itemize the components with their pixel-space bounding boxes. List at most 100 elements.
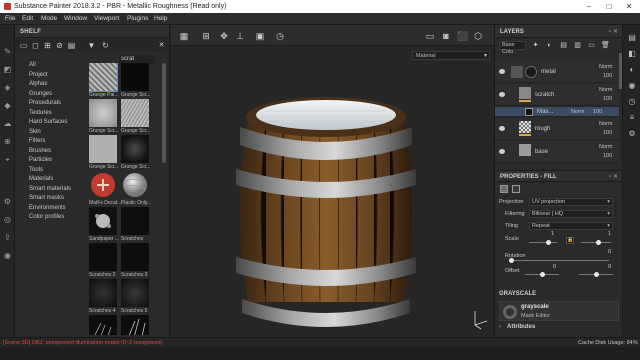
move-icon[interactable]: ✥ [219,31,229,41]
channels-tab-icon[interactable] [512,185,520,193]
settings-icon[interactable]: ⚙ [3,197,12,206]
rotation-slider-handle[interactable] [509,258,514,263]
category-smart-materials[interactable]: Smart materials [29,186,87,196]
shelf-scrollbar[interactable] [162,63,166,163]
menu-file[interactable]: File [5,15,15,22]
offset-value-2[interactable]: 0 [608,264,611,270]
import-icon[interactable]: ⊞ [43,41,52,50]
menu-edit[interactable]: Edit [22,15,33,22]
shelf-thumbnail[interactable] [89,63,118,92]
category-alphas[interactable]: Alphas [29,81,87,91]
viewport-channel-select[interactable]: Material ▾ [412,51,490,60]
mask-blend[interactable]: Norm [571,109,584,115]
category-tools[interactable]: Tools [29,167,87,177]
view-options-icon[interactable]: ▤ [67,41,76,50]
new-item-icon[interactable]: ◻ [31,41,40,50]
material-tab-icon[interactable] [500,185,508,193]
eye-icon[interactable] [499,149,505,154]
folder-icon[interactable]: ▭ [19,41,28,50]
clone-icon[interactable]: ⊕ [3,137,12,146]
paint-brush-icon[interactable]: ✎ [3,47,12,56]
category-procedurals[interactable]: Procedurals [29,100,87,110]
category-color-profiles[interactable]: Color profiles [29,214,87,224]
layer-channel-select[interactable]: Base Colo [499,41,526,55]
category-project[interactable]: Project [29,72,87,82]
rotation-slider[interactable] [509,260,609,261]
maximize-button[interactable]: □ [604,2,614,11]
display-settings-icon[interactable]: ◐ [627,65,637,75]
smudge-icon[interactable]: ☁ [3,119,12,128]
scale-slider-handle[interactable] [546,240,551,245]
camera-icon[interactable]: ◙ [441,31,451,41]
category-textures[interactable]: Textures [29,110,87,120]
shelf-thumbnail[interactable] [89,171,117,199]
shelf-thumbnail[interactable] [121,279,149,307]
category-grunges[interactable]: Grunges [29,91,87,101]
scale-value[interactable]: 1 [551,231,554,237]
shader-settings-icon[interactable]: ⚙ [627,129,637,139]
shelf-thumbnail[interactable] [121,63,149,91]
category-brushes[interactable]: Brushes [29,148,87,158]
shelf-thumbnail[interactable] [121,315,149,335]
scale-slider[interactable] [529,242,557,243]
add-fill-layer-icon[interactable]: ▥ [573,41,582,50]
uv-grid-icon[interactable]: ⊞ [201,31,211,41]
shelf-thumbnail[interactable] [121,207,149,235]
shelf-thumbnail[interactable] [89,207,117,235]
menu-mode[interactable]: Mode [41,15,57,22]
mask-opacity[interactable]: 100 [593,109,602,115]
viewer-settings-icon[interactable]: ◉ [627,81,637,91]
panel-controls-icon[interactable]: ▫✕ [609,28,620,35]
scale-slider-2-handle[interactable] [596,240,601,245]
polygon-fill-icon[interactable]: ◆ [3,101,12,110]
panel-controls-icon[interactable]: ▫✕ [609,173,620,180]
eye-icon[interactable] [499,69,505,74]
scale-value-2[interactable]: 1 [608,231,611,237]
category-hard-surfaces[interactable]: Hard Surfaces [29,119,87,129]
projection-select[interactable]: UV projection ▾ [529,198,613,206]
close-button[interactable]: ✕ [624,2,634,11]
filtering-select[interactable]: Bilinear | HQ ▾ [529,210,613,218]
eye-icon[interactable] [499,126,505,131]
layer-blend[interactable]: Norm [599,144,612,150]
history-icon[interactable]: ◷ [275,31,285,41]
minimize-button[interactable]: – [584,2,594,11]
attributes-row[interactable]: › Attributes [495,323,623,335]
log-icon[interactable]: ≡ [627,113,637,123]
shelf-thumbnail[interactable] [121,135,149,163]
export-icon[interactable]: ⇪ [3,233,12,242]
bake-icon[interactable]: ◎ [3,215,12,224]
category-skin[interactable]: Skin [29,129,87,139]
camera-icon[interactable]: ◉ [3,251,12,260]
render-icon[interactable]: ⬡ [473,31,483,41]
tiling-select[interactable]: Repeat ▾ [529,222,613,230]
shelf-thumbnail[interactable] [89,99,117,127]
eye-icon[interactable] [499,92,505,97]
layers-panel-icon[interactable]: ▤ [627,33,637,43]
align-icon[interactable]: ⊥ [235,31,245,41]
filter-hide-icon[interactable]: ⊘ [55,41,64,50]
shelf-thumbnail[interactable] [121,171,149,199]
grid-icon[interactable]: ▦ [179,31,189,41]
category-environments[interactable]: Environments [29,205,87,215]
shelf-thumbnail[interactable] [89,243,117,271]
menu-viewport[interactable]: Viewport [94,15,119,22]
lock-icon[interactable]: 🔒 [566,237,574,244]
menu-plugins[interactable]: Plugins [127,15,148,22]
add-effect-icon[interactable]: ✦ [531,41,540,50]
picker-icon[interactable]: ⌖ [3,155,12,164]
clear-search-icon[interactable]: ✕ [157,41,166,50]
filter-icon[interactable]: ▼ [87,41,96,50]
offset-value[interactable]: 0 [553,264,556,270]
frame-icon[interactable]: ▣ [255,31,265,41]
layer-opacity[interactable]: 100 [603,130,612,136]
menu-window[interactable]: Window [64,15,87,22]
category-particles[interactable]: Particles [29,157,87,167]
category-materials[interactable]: Materials [29,176,87,186]
category-smart-masks[interactable]: Smart masks [29,195,87,205]
layer-blend[interactable]: Norm [599,87,612,93]
eraser-icon[interactable]: ◩ [3,65,12,74]
offset-slider-handle[interactable] [540,272,545,277]
layer-opacity[interactable]: 100 [603,73,612,79]
menu-help[interactable]: Help [154,15,167,22]
